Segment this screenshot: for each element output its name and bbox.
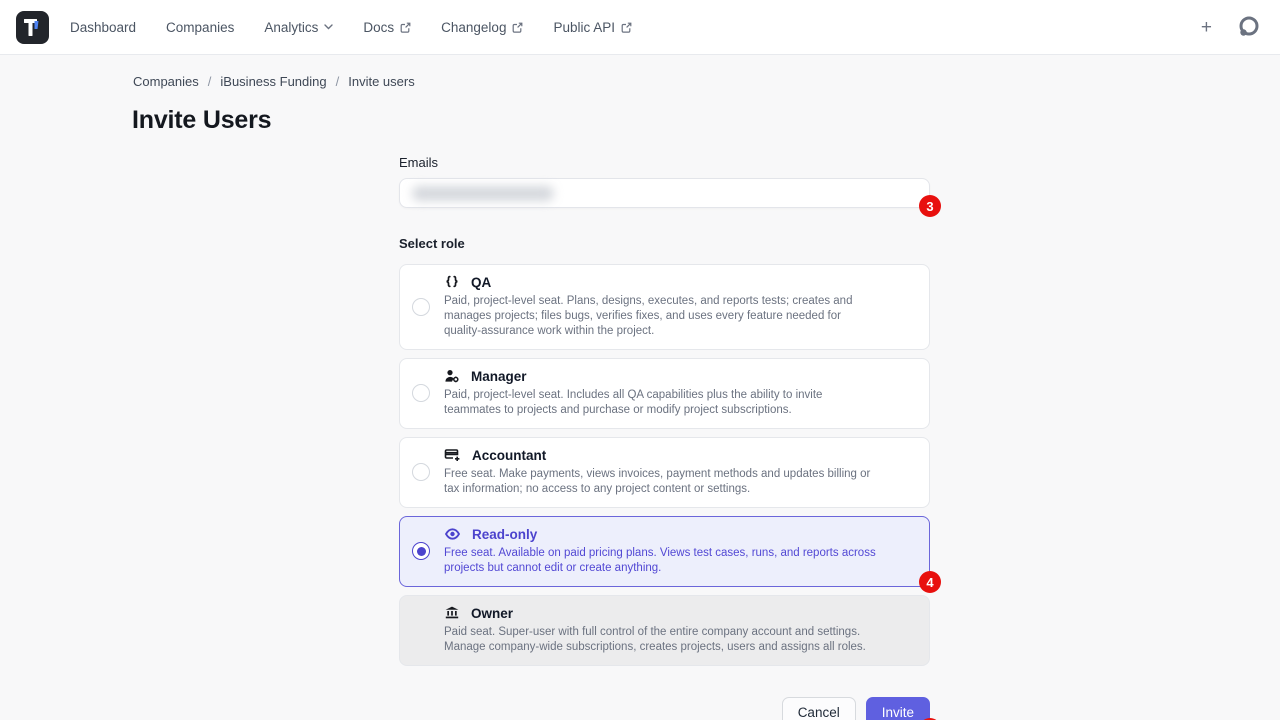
breadcrumb-item-invite-users: Invite users [348,74,414,89]
annotation-badge-3: 3 [919,195,941,217]
page-title: Invite Users [132,106,271,135]
breadcrumb-separator: / [336,74,340,89]
main-nav: Dashboard Companies Analytics Docs Chang… [55,20,647,35]
invite-users-page: Dashboard Companies Analytics Docs Chang… [0,0,1280,720]
role-desc-owner: Paid seat. Super-user with full control … [444,625,877,655]
nav-right-actions: + [1201,14,1264,40]
role-card-manager[interactable]: Manager Paid, project-level seat. Includ… [399,358,930,429]
nav-label: Analytics [264,20,318,35]
form-actions: Cancel Invite 5 [399,697,930,720]
card-plus-icon [444,447,461,463]
nav-item-public-api[interactable]: Public API [538,20,647,35]
nav-label: Public API [553,20,615,35]
radio-manager[interactable] [412,384,430,402]
eye-icon [444,526,461,542]
select-role-label: Select role [399,236,930,251]
person-gear-icon [444,368,460,384]
nav-label: Dashboard [70,20,136,35]
role-title-accountant: Accountant [472,448,546,463]
breadcrumb: Companies / iBusiness Funding / Invite u… [133,74,415,89]
radio-read-only[interactable] [412,542,430,560]
external-link-icon [512,22,523,33]
cancel-button[interactable]: Cancel [782,697,856,720]
nav-item-docs[interactable]: Docs [348,20,426,35]
invite-button-label: Invite [882,705,914,720]
role-card-owner: Owner Paid seat. Super-user with full co… [399,595,930,666]
role-desc-manager: Paid, project-level seat. Includes all Q… [444,388,877,418]
external-link-icon [621,22,632,33]
bank-icon [444,605,460,621]
nav-item-changelog[interactable]: Changelog [426,20,538,35]
role-title-owner: Owner [471,606,513,621]
role-desc-qa: Paid, project-level seat. Plans, designs… [444,294,877,339]
top-navigation-bar: Dashboard Companies Analytics Docs Chang… [0,0,1280,55]
role-card-qa[interactable]: QA Paid, project-level seat. Plans, desi… [399,264,930,350]
nav-label: Companies [166,20,234,35]
invite-button[interactable]: Invite 5 [866,697,930,720]
radio-qa[interactable] [412,298,430,316]
role-title-qa: QA [471,275,491,290]
app-logo[interactable] [16,11,49,44]
invite-form: Emails 3 Select role QA Paid, pro [399,155,930,720]
role-title-manager: Manager [471,369,527,384]
breadcrumb-separator: / [208,74,212,89]
role-card-read-only[interactable]: Read-only Free seat. Available on paid p… [399,516,930,587]
radio-accountant[interactable] [412,463,430,481]
logo-t-icon [16,11,49,44]
plus-icon[interactable]: + [1201,18,1212,37]
emails-input[interactable]: 3 [399,178,930,208]
annotation-badge-4: 4 [919,571,941,593]
role-desc-accountant: Free seat. Make payments, views invoices… [444,467,877,497]
nav-item-companies[interactable]: Companies [151,20,249,35]
nav-item-dashboard[interactable]: Dashboard [55,20,151,35]
profile-icon[interactable] [1236,14,1260,40]
breadcrumb-item-company[interactable]: iBusiness Funding [220,74,326,89]
emails-label: Emails [399,155,930,170]
nav-label: Docs [363,20,394,35]
chevron-down-icon [324,24,333,30]
breadcrumb-item-companies[interactable]: Companies [133,74,199,89]
external-link-icon [400,22,411,33]
redacted-email-value [412,186,554,201]
braces-icon [444,274,460,290]
role-title-read-only: Read-only [472,527,537,542]
nav-label: Changelog [441,20,506,35]
role-card-accountant[interactable]: Accountant Free seat. Make payments, vie… [399,437,930,508]
nav-item-analytics[interactable]: Analytics [249,20,348,35]
role-desc-read-only: Free seat. Available on paid pricing pla… [444,546,877,576]
